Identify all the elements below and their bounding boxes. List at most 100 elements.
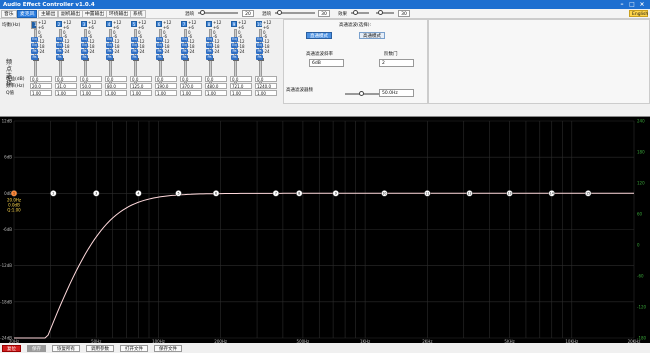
- order-select[interactable]: 2: [379, 59, 414, 67]
- band-freq-field[interactable]: 125.0: [130, 83, 152, 89]
- band-mode-button[interactable]: Pa: [56, 49, 63, 54]
- band-q-field[interactable]: 1.00: [230, 90, 252, 96]
- eq-curve-plot[interactable]: 12dB6dB0dB-6dB-12dB-18dB-24dB24018012060…: [0, 117, 650, 345]
- save-file-button[interactable]: 保存文件: [154, 344, 182, 352]
- band-freq-field[interactable]: 1240.0: [255, 83, 277, 89]
- band-mode-button[interactable]: Eq: [106, 43, 113, 48]
- band-gain-field[interactable]: 0.0: [105, 76, 127, 82]
- band-mode-button[interactable]: Eq: [131, 37, 138, 42]
- band-freq-field[interactable]: 80.0: [105, 83, 127, 89]
- band-gain-field[interactable]: 0.0: [55, 76, 77, 82]
- band-mode-button[interactable]: Eq: [206, 37, 213, 42]
- effect-slider-2[interactable]: [376, 10, 394, 15]
- reverb-slider-knob[interactable]: [277, 10, 282, 15]
- band-q-field[interactable]: 1.00: [55, 90, 77, 96]
- band-number[interactable]: 2: [56, 21, 62, 27]
- band-mode-button[interactable]: Pa: [156, 49, 163, 54]
- band-mode-button[interactable]: Pa: [106, 49, 113, 54]
- band-mode-button[interactable]: Pa: [56, 55, 63, 60]
- tab-center-output[interactable]: 中置输出: [82, 10, 108, 18]
- tab-sub-output[interactable]: 副机输出: [58, 10, 84, 18]
- band-mode-button[interactable]: Pa: [131, 55, 138, 60]
- echo-slider[interactable]: [198, 10, 238, 15]
- band-mode-button[interactable]: Pa: [31, 49, 38, 54]
- band-number[interactable]: 9: [231, 21, 237, 27]
- band-mode-button[interactable]: Pa: [31, 55, 38, 60]
- band-mode-button[interactable]: Pa: [81, 49, 88, 54]
- band-gain-field[interactable]: 0.0: [30, 76, 52, 82]
- band-mode-button[interactable]: Pa: [256, 55, 263, 60]
- band-mode-button[interactable]: Pa: [206, 55, 213, 60]
- band-mode-button[interactable]: Eq: [56, 43, 63, 48]
- band-q-field[interactable]: 1.00: [205, 90, 227, 96]
- echo-value[interactable]: 20: [242, 10, 254, 17]
- band-mode-button[interactable]: Eq: [81, 43, 88, 48]
- band-q-field[interactable]: 1.00: [155, 90, 177, 96]
- tab-music[interactable]: 音乐: [1, 10, 17, 18]
- maximize-icon[interactable]: □: [627, 1, 637, 8]
- band-mode-button[interactable]: Eq: [206, 43, 213, 48]
- band-number[interactable]: 5: [131, 21, 137, 27]
- band-freq-field[interactable]: 721.0: [230, 83, 252, 89]
- tab-system[interactable]: 系统: [130, 10, 146, 18]
- effect-slider-2-knob[interactable]: [378, 10, 383, 15]
- band-number[interactable]: 1: [31, 21, 37, 29]
- reverb-slider[interactable]: [275, 10, 315, 15]
- band-mode-button[interactable]: Eq: [156, 43, 163, 48]
- load-params-button[interactable]: 调用参数: [86, 344, 114, 352]
- band-number[interactable]: 4: [106, 21, 112, 27]
- band-mode-button[interactable]: Pa: [256, 49, 263, 54]
- band-mode-button[interactable]: Eq: [256, 43, 263, 48]
- band-mode-button[interactable]: Pa: [131, 49, 138, 54]
- band-number[interactable]: 6: [156, 21, 162, 27]
- minimize-icon[interactable]: –: [617, 1, 627, 8]
- band-q-field[interactable]: 1.00: [80, 90, 102, 96]
- band-mode-button[interactable]: Eq: [181, 37, 188, 42]
- band-q-field[interactable]: 1.00: [105, 90, 127, 96]
- band-mode-button[interactable]: Pa: [181, 55, 188, 60]
- band-mode-button[interactable]: Pa: [106, 55, 113, 60]
- hpf-freq-knob[interactable]: [359, 91, 364, 96]
- bypass-mode-button[interactable]: 直通模式: [306, 32, 332, 39]
- band-mode-button[interactable]: Eq: [131, 43, 138, 48]
- band-mode-button[interactable]: Pa: [231, 55, 238, 60]
- band-mode-button[interactable]: Eq: [231, 37, 238, 42]
- band-freq-field[interactable]: 190.0: [155, 83, 177, 89]
- band-mode-button[interactable]: Eq: [56, 37, 63, 42]
- band-q-field[interactable]: 1.00: [30, 90, 52, 96]
- band-mode-button[interactable]: Eq: [81, 37, 88, 42]
- band-number[interactable]: 7: [181, 21, 187, 27]
- band-number[interactable]: 8: [206, 21, 212, 27]
- eq-graph[interactable]: 12dB 6dB 0dB -6dB -12dB -18dB -24dB 240 180 120 60…: [0, 116, 650, 345]
- close-icon[interactable]: ×: [637, 1, 647, 8]
- echo-slider-knob[interactable]: [200, 10, 205, 15]
- hpf-freq-value[interactable]: 50.0Hz: [379, 89, 414, 97]
- band-gain-field[interactable]: 0.0: [180, 76, 202, 82]
- band-mode-button[interactable]: Pa: [81, 55, 88, 60]
- band-mode-button[interactable]: Eq: [256, 37, 263, 42]
- band-mode-button[interactable]: Pa: [156, 55, 163, 60]
- hpf-mode-button[interactable]: 高通模式: [359, 32, 385, 39]
- band-freq-field[interactable]: 370.0: [180, 83, 202, 89]
- band-gain-field[interactable]: 0.0: [130, 76, 152, 82]
- band-q-field[interactable]: 1.00: [255, 90, 277, 96]
- band-q-field[interactable]: 1.00: [180, 90, 202, 96]
- band-gain-field[interactable]: 0.0: [255, 76, 277, 82]
- band-q-field[interactable]: 1.00: [130, 90, 152, 96]
- slope-select[interactable]: 6dB: [309, 59, 344, 67]
- restore-all-button[interactable]: 恢复所有: [52, 344, 80, 352]
- band-number[interactable]: 10: [256, 21, 262, 27]
- save-button[interactable]: 保存: [27, 344, 46, 352]
- band-mode-button[interactable]: Pa: [181, 49, 188, 54]
- reverb-value[interactable]: 30: [318, 10, 330, 17]
- effect-value[interactable]: 30: [398, 10, 410, 17]
- band-freq-field[interactable]: 31.0: [55, 83, 77, 89]
- band-mode-button[interactable]: Eq: [181, 43, 188, 48]
- effect-slider[interactable]: [351, 10, 369, 15]
- band-freq-field[interactable]: 50.0: [80, 83, 102, 89]
- band-gain-field[interactable]: 0.0: [205, 76, 227, 82]
- tab-main-output[interactable]: 主输出: [38, 10, 59, 18]
- band-mode-button[interactable]: Eq: [31, 37, 38, 42]
- tab-mic[interactable]: 麦克风: [17, 10, 38, 18]
- band-freq-field[interactable]: 480.0: [205, 83, 227, 89]
